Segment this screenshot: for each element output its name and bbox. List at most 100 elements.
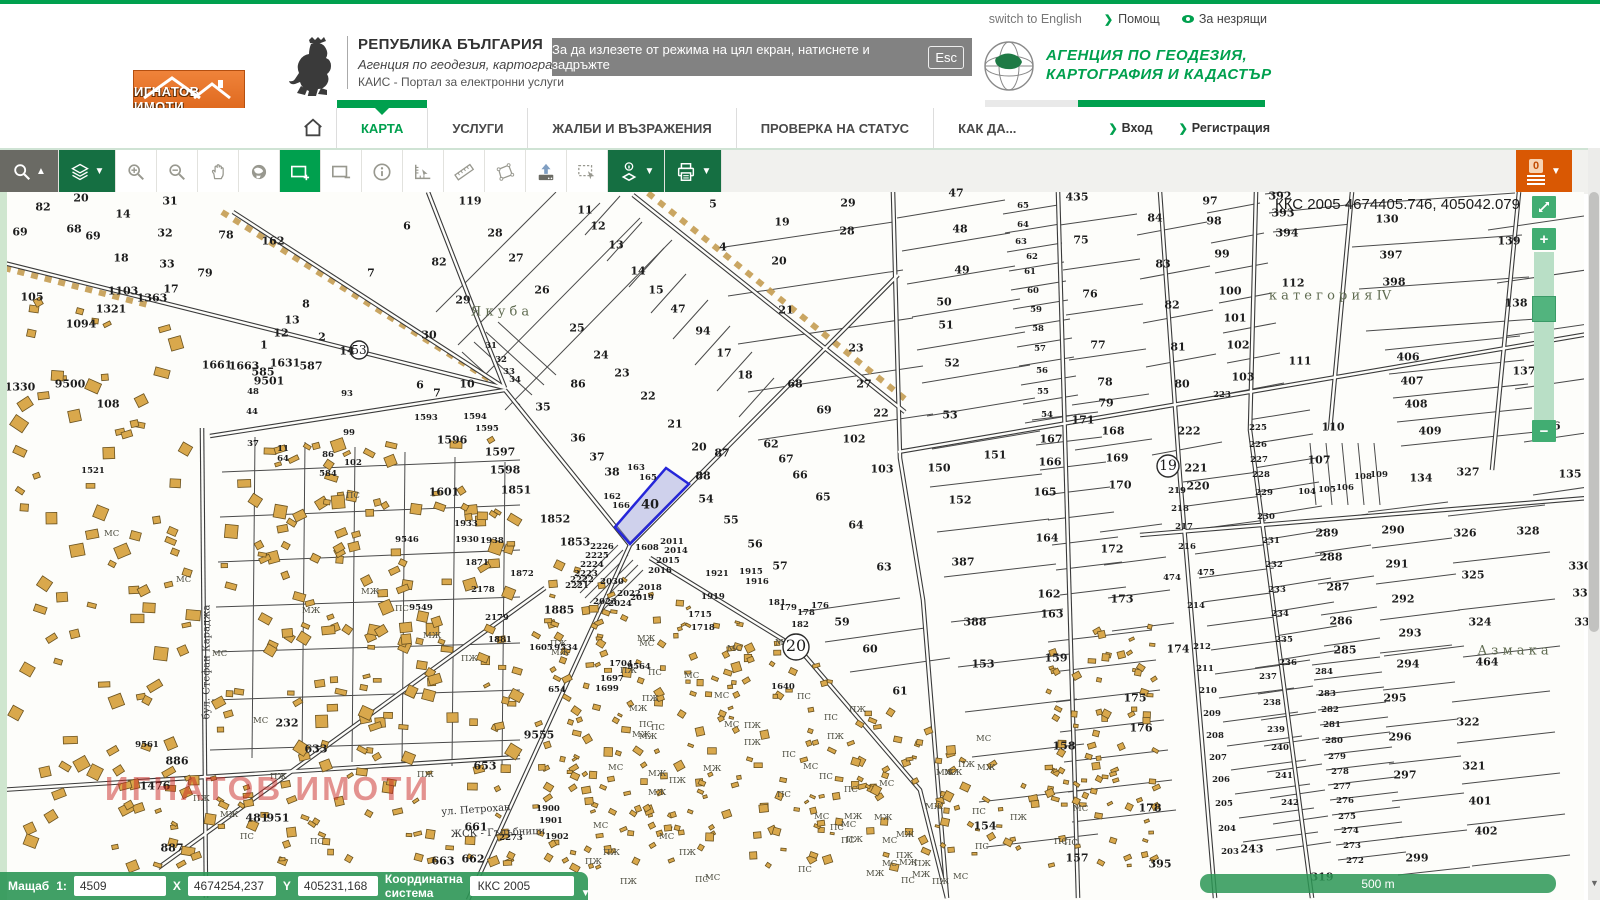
roof-icon: [142, 74, 238, 100]
svg-text:МС: МС: [684, 671, 699, 681]
svg-text:ПЖ: ПЖ: [932, 877, 949, 887]
svg-text:ПС: ПС: [648, 668, 662, 678]
svg-text:ПЖ: ПЖ: [846, 835, 863, 845]
layers-button[interactable]: ▼: [59, 150, 116, 194]
chevron-right-icon: ❯: [1104, 13, 1113, 26]
svg-text:МС: МС: [814, 812, 829, 822]
zoom-out-rectangle-button[interactable]: [321, 150, 362, 194]
fullscreen-exit-banner: За да излезете от режима на цял екран, н…: [552, 38, 972, 76]
svg-text:ПЖ: ПЖ: [417, 770, 434, 780]
corner-ruler-icon: [412, 162, 434, 182]
list-icon: [1527, 175, 1545, 185]
esc-key-badge: Esc: [928, 46, 964, 69]
crs-dropdown[interactable]: ККС 2005: [470, 876, 574, 896]
svg-text:53: 53: [351, 343, 366, 357]
zoom-out-icon: [167, 162, 187, 182]
world-extent-button[interactable]: [239, 150, 280, 194]
tab-uslugi[interactable]: УСЛУГИ: [427, 108, 527, 148]
scrollbar-down-arrow[interactable]: ▼: [1590, 878, 1599, 888]
scale-input[interactable]: [74, 876, 166, 896]
svg-text:МС: МС: [803, 762, 818, 772]
zoom-slider-track[interactable]: [1534, 252, 1554, 420]
svg-text:МС: МС: [176, 575, 191, 585]
svg-text:МС: МС: [727, 644, 742, 654]
x-coordinate-input[interactable]: [188, 876, 276, 896]
y-coordinate-input[interactable]: [298, 876, 378, 896]
svg-text:ПЖ: ПЖ: [744, 738, 761, 748]
svg-text:20: 20: [786, 636, 806, 655]
svg-text:МС: МС: [976, 734, 991, 744]
upload-button[interactable]: [526, 150, 567, 194]
map-toolbar: ▲ ▼: [0, 148, 1600, 194]
svg-text:ПЖ: ПЖ: [193, 794, 210, 804]
zoom-slider-handle[interactable]: [1532, 296, 1556, 322]
svg-text:ПЖ: ПЖ: [550, 639, 567, 649]
svg-text:ПЖ: ПЖ: [620, 877, 637, 887]
svg-text:ПС: ПС: [310, 837, 324, 847]
polygon-icon: [494, 162, 516, 182]
chevron-down-icon: ▼: [702, 167, 712, 177]
identify-layers-button[interactable]: ▼: [608, 150, 665, 194]
svg-text:МЖ: МЖ: [866, 869, 885, 879]
help-link[interactable]: ❯ Помощ: [1104, 12, 1160, 26]
svg-text:ПС: ПС: [844, 785, 858, 795]
svg-text:ПЖ: ПЖ: [679, 848, 696, 858]
svg-text:МС: МС: [212, 649, 227, 659]
zoom-in-icon: [126, 162, 146, 182]
measure-distance-button[interactable]: [444, 150, 485, 194]
crs-label: Координатна система: [385, 872, 463, 900]
home-button[interactable]: [290, 108, 336, 148]
print-button[interactable]: ▼: [665, 150, 722, 194]
coat-of-arms-lion-icon: [287, 36, 339, 96]
tab-kak-da[interactable]: КАК ДА...: [933, 108, 1040, 148]
tab-karta[interactable]: КАРТА: [336, 108, 427, 148]
svg-text:ПС: ПС: [901, 876, 915, 886]
svg-text:МЖ: МЖ: [977, 763, 996, 773]
fullscreen-toggle-button[interactable]: [1532, 196, 1556, 218]
selection-cart-button[interactable]: 0 ▼: [1516, 150, 1572, 194]
page-scrollbar-thumb[interactable]: [1589, 192, 1599, 632]
select-features-button[interactable]: [567, 150, 608, 194]
svg-text:МЖ: МЖ: [302, 606, 321, 616]
zoom-in-button[interactable]: [116, 150, 157, 194]
accessibility-link[interactable]: За незрящи: [1182, 12, 1267, 26]
pan-button[interactable]: [198, 150, 239, 194]
cart-count-badge: 0: [1529, 159, 1543, 173]
search-button[interactable]: ▲: [0, 150, 59, 194]
measure-area-button[interactable]: [485, 150, 526, 194]
svg-text:ПЖ: ПЖ: [642, 694, 659, 704]
zoom-out-slider-button[interactable]: −: [1532, 420, 1556, 442]
login-link[interactable]: ❯ Вход: [1108, 121, 1152, 135]
zoom-rectangle-button[interactable]: [280, 150, 321, 194]
svg-text:ПЖ: ПЖ: [620, 666, 637, 676]
svg-text:ПС: ПС: [782, 750, 796, 760]
chevron-right-icon: ❯: [1108, 122, 1117, 135]
svg-text:МС: МС: [253, 716, 268, 726]
svg-text:МС: МС: [882, 836, 897, 846]
chevron-right-icon: ❯: [1179, 122, 1188, 135]
svg-text:ПС: ПС: [798, 865, 812, 875]
svg-text:МС: МС: [593, 821, 608, 831]
zoom-in-slider-button[interactable]: +: [1532, 228, 1556, 250]
map-canvas[interactable]: МЖМСПЖПСМЖМСПЖПСМЖМСПЖПСМЖМСПЖПСМЖМСПСМЖ…: [0, 192, 1584, 900]
zoom-out-button[interactable]: [157, 150, 198, 194]
svg-text:ПС: ПС: [975, 842, 989, 852]
printer-icon: [675, 161, 697, 183]
svg-text:МЖ: МЖ: [648, 769, 667, 779]
register-link[interactable]: ❯ Регистрация: [1179, 121, 1270, 135]
svg-text:ПЖ: ПЖ: [744, 721, 761, 731]
chevron-down-icon: ▼: [645, 167, 655, 177]
svg-text:МС: МС: [724, 720, 739, 730]
svg-text:МЖ: МЖ: [944, 768, 963, 778]
map-drawing: МЖМСПЖПСМЖМСПЖПСМЖМСПЖПСМЖМСПЖПСМЖМСПСМЖ…: [0, 192, 1584, 900]
svg-text:ПС: ПС: [346, 491, 360, 501]
svg-text:МС: МС: [879, 779, 894, 789]
info-button[interactable]: [362, 150, 403, 194]
tab-proverka-status[interactable]: ПРОВЕРКА НА СТАТУС: [736, 108, 933, 148]
measure-coordinates-button[interactable]: [403, 150, 444, 194]
tab-zhalbi[interactable]: ЖАЛБИ И ВЪЗРАЖЕНИЯ: [527, 108, 735, 148]
svg-text:ПЖ: ПЖ: [603, 848, 620, 858]
switch-language-link[interactable]: switch to English: [989, 12, 1082, 26]
svg-text:ПС: ПС: [240, 832, 254, 842]
upload-icon: [535, 162, 557, 182]
